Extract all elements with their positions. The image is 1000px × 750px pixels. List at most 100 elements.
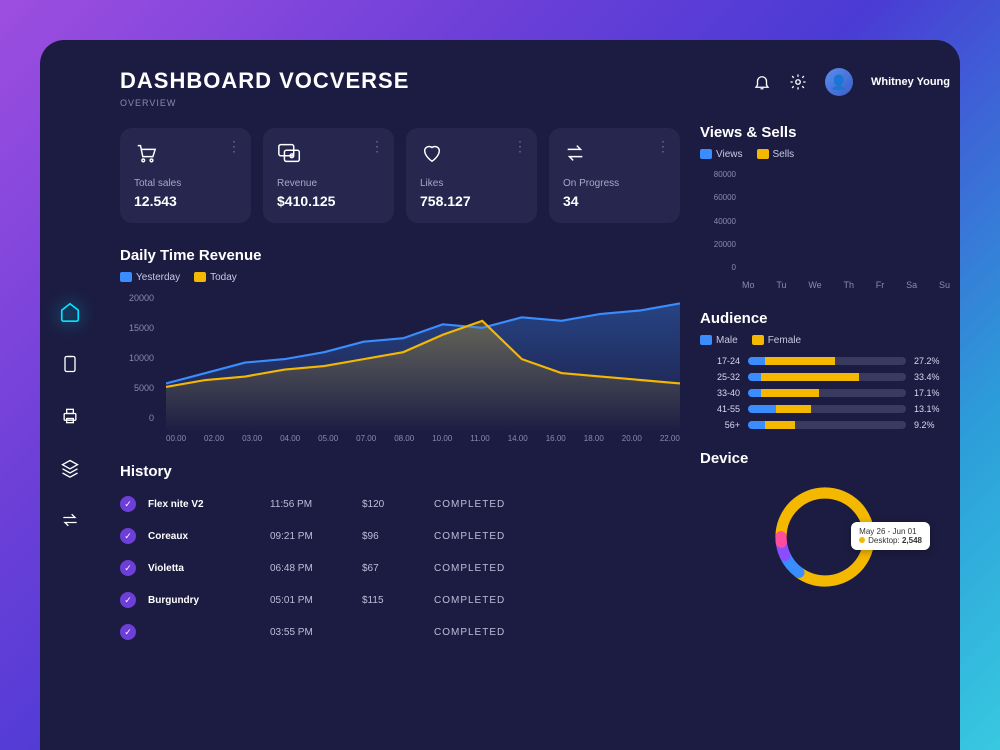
aud-label: 17-24: [700, 356, 740, 366]
aud-bar: [748, 357, 906, 365]
history-title: History: [120, 463, 680, 480]
device-tooltip: May 26 - Jun 01 Desktop: 2,548: [851, 522, 930, 550]
kpi-value: 34: [563, 193, 666, 209]
daily-revenue-legend: Yesterday Today: [120, 272, 680, 283]
header: DASHBOARD VOCVERSE OVERVIEW: [120, 68, 680, 108]
vs-bars: [742, 170, 950, 272]
heart-icon: [420, 142, 523, 166]
kpi-likes[interactable]: ⋮ Likes 758.127: [406, 128, 537, 223]
audience-row: 56+9.2%: [700, 420, 950, 430]
avatar[interactable]: 👤: [825, 68, 853, 96]
daily-revenue-chart: 20000150001000050000 00.0002.0003.0004.0…: [120, 293, 680, 443]
nav-clipboard[interactable]: [58, 352, 82, 376]
cart-icon: [134, 142, 237, 166]
kpi-on-progress[interactable]: ⋮ On Progress 34: [549, 128, 680, 223]
audience-row: 41-5513.1%: [700, 404, 950, 414]
username[interactable]: Whitney Young: [871, 76, 950, 88]
kpi-menu-icon[interactable]: ⋮: [227, 138, 241, 155]
aud-bar: [748, 421, 906, 429]
check-icon: ✓: [120, 496, 136, 512]
check-icon: ✓: [120, 624, 136, 640]
kpi-total-sales[interactable]: ⋮ Total sales 12.543: [120, 128, 251, 223]
history-status: COMPLETED: [434, 595, 505, 606]
daily-revenue-title: Daily Time Revenue: [120, 247, 680, 264]
gear-icon[interactable]: [789, 73, 807, 91]
aud-bar: [748, 405, 906, 413]
kpi-label: Revenue: [277, 178, 380, 189]
main-content: DASHBOARD VOCVERSE OVERVIEW ⋮ Total sale…: [100, 40, 960, 750]
aud-bar: [748, 373, 906, 381]
history-row[interactable]: ✓ Flex nite V2 11:56 PM $120 COMPLETED: [120, 488, 680, 520]
kpi-menu-icon[interactable]: ⋮: [513, 138, 527, 155]
history-row[interactable]: ✓ Violetta 06:48 PM $67 COMPLETED: [120, 552, 680, 584]
history-row[interactable]: ✓Coreaux09:21 PM$96COMPLETED: [120, 520, 680, 552]
kpi-value: 758.127: [420, 193, 523, 209]
kpi-label: Likes: [420, 178, 523, 189]
history-status: COMPLETED: [434, 531, 505, 542]
aud-label: 56+: [700, 420, 740, 430]
history-name: Burgundry: [148, 595, 258, 606]
views-sells-chart: 800006000040000200000 MoTuWeThFrSaSu: [700, 170, 950, 290]
history-row[interactable]: ✓ 03:55 PM COMPLETED: [120, 616, 680, 648]
x-axis: 00.0002.0003.0004.0005.0007.0008.0010.00…: [166, 434, 680, 443]
transfer-icon: [563, 142, 666, 166]
device-chart: May 26 - Jun 01 Desktop: 2,548: [750, 477, 900, 597]
bell-icon[interactable]: [753, 73, 771, 91]
history-status: COMPLETED: [434, 627, 505, 638]
history-amount: $120: [362, 499, 422, 510]
history-time: 05:01 PM: [270, 595, 350, 606]
aud-pct: 13.1%: [914, 404, 950, 414]
history-table: ✓Flex nite V211:56 PM$120COMPLETED✓Corea…: [120, 488, 680, 648]
history-row[interactable]: ✓Burgundry05:01 PM$115COMPLETED: [120, 584, 680, 616]
legend-female: Female: [768, 335, 801, 346]
history-amount: $96: [362, 531, 422, 542]
audience-legend: Male Female: [700, 335, 950, 346]
history-name: Flex nite V2: [148, 499, 258, 510]
history-amount: $67: [362, 563, 422, 574]
legend-views: Views: [716, 149, 743, 160]
history-status: COMPLETED: [434, 499, 505, 510]
nav-transfer[interactable]: [58, 508, 82, 532]
device-title: Device: [700, 450, 950, 467]
kpi-row: ⋮ Total sales 12.543 ⋮ Revenue $410.125 …: [120, 128, 680, 223]
header-actions: 👤 Whitney Young: [700, 68, 950, 96]
history-name: Violetta: [148, 563, 258, 574]
y-axis: 20000150001000050000: [120, 293, 160, 423]
audience-title: Audience: [700, 310, 950, 327]
audience-row: 17-24 27.2%: [700, 356, 950, 366]
kpi-menu-icon[interactable]: ⋮: [370, 138, 384, 155]
audience-row: 25-3233.4%: [700, 372, 950, 382]
kpi-value: 12.543: [134, 193, 237, 209]
nav-home[interactable]: [58, 300, 82, 324]
legend-male: Male: [716, 335, 738, 346]
check-icon: ✓: [120, 592, 136, 608]
page-title: DASHBOARD VOCVERSE: [120, 68, 409, 94]
area-chart: [166, 293, 680, 432]
nav-layers[interactable]: [58, 456, 82, 480]
tooltip-range: May 26 - Jun 01: [859, 527, 922, 536]
device-section: Device May 26 - Jun 01 Desktop: 2,548: [700, 450, 950, 597]
legend-yesterday: Yesterday: [136, 272, 180, 283]
aud-label: 25-32: [700, 372, 740, 382]
history-time: 09:21 PM: [270, 531, 350, 542]
history-status: COMPLETED: [434, 563, 505, 574]
check-icon: ✓: [120, 528, 136, 544]
aud-bar: [748, 389, 906, 397]
history-time: 06:48 PM: [270, 563, 350, 574]
kpi-value: $410.125: [277, 193, 380, 209]
revenue-icon: [277, 142, 380, 166]
page-subtitle: OVERVIEW: [120, 98, 409, 108]
right-column: 👤 Whitney Young Views & Sells Views Sell…: [700, 68, 950, 750]
kpi-revenue[interactable]: ⋮ Revenue $410.125: [263, 128, 394, 223]
nav-print[interactable]: [58, 404, 82, 428]
views-sells-section: Views & Sells Views Sells 80000600004000…: [700, 124, 950, 290]
views-sells-legend: Views Sells: [700, 149, 950, 160]
check-icon: ✓: [120, 560, 136, 576]
audience-section: Audience Male Female 17-24 27.2% 25-3233.4…: [700, 310, 950, 430]
history-time: 11:56 PM: [270, 499, 350, 510]
aud-pct: 27.2%: [914, 356, 950, 366]
kpi-menu-icon[interactable]: ⋮: [656, 138, 670, 155]
left-column: DASHBOARD VOCVERSE OVERVIEW ⋮ Total sale…: [120, 68, 680, 750]
history-time: 03:55 PM: [270, 627, 350, 638]
legend-today: Today: [210, 272, 237, 283]
